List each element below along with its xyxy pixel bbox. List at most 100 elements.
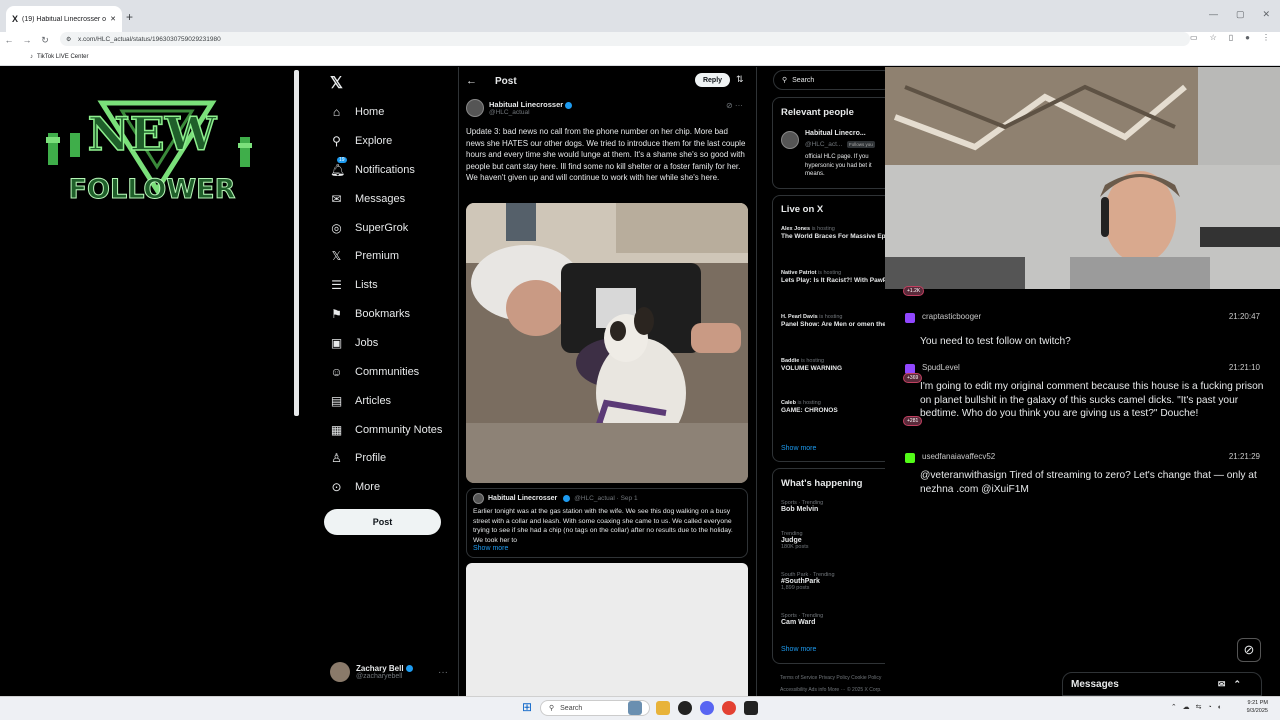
maximize-icon[interactable]: ▢ [1236, 9, 1245, 20]
sidebar-item-profile[interactable]: ♙ Profile [330, 448, 386, 468]
obs-icon[interactable] [678, 701, 692, 715]
filter-icon[interactable]: ⇅ [736, 74, 744, 85]
sidebar-item-label: Communities [355, 366, 420, 378]
sidebar-item-label: Jobs [355, 337, 379, 349]
platform-badge-icon [905, 313, 915, 323]
tiktok-icon: ♪ [30, 53, 33, 60]
sidebar-item-explore[interactable]: ⚲ Explore [330, 131, 392, 151]
clock-date: 9/3/2025 [1246, 708, 1268, 714]
trends-show-more-link[interactable]: Show more [781, 646, 816, 653]
live-space-item[interactable]: Native Patriot is hosting Lets Play: Is I… [781, 270, 891, 285]
sidebar-item-label: Premium [355, 250, 400, 262]
sidebar-item-more[interactable]: ⊙ More [330, 477, 380, 497]
relevant-avatar[interactable] [781, 131, 799, 149]
sidebar-item-communities[interactable]: ☺ Communities [330, 362, 419, 382]
verified-badge-icon [405, 665, 413, 673]
x-icon: 𝕏 [331, 249, 342, 263]
taskbar-clock[interactable]: 9:21 PM 9/3/2025 [1247, 699, 1268, 715]
live-title-text: The World Braces For Massive Epstein Fal… [781, 233, 891, 240]
address-bar[interactable]: ⚙ x.com/HLC_actual/status/19630307590292… [60, 32, 1190, 46]
windows-start-icon[interactable]: ⊞ [522, 700, 532, 714]
sidebar-item-supergrok[interactable]: ◎ SuperGrok [330, 218, 408, 238]
sidebar-item-home[interactable]: ⌂ Home [330, 102, 384, 122]
messages-drawer[interactable]: Messages ✉⌃ [1062, 672, 1262, 696]
tab-close-icon[interactable]: ✕ [110, 15, 116, 23]
app-icon[interactable] [744, 701, 758, 715]
sidebar-item-messages[interactable]: ✉ Messages [330, 189, 405, 209]
bell-icon: 🔔︎ [330, 163, 346, 177]
browser-tab[interactable]: X (19) Habitual Linecrosser on X: ✕ [6, 6, 122, 32]
search-input[interactable]: ⚲ Search [773, 70, 893, 90]
new-tab-button[interactable]: + [126, 10, 133, 24]
sidebar-item-community-notes[interactable]: ▦ Community Notes [330, 420, 443, 440]
grok-actions-icon[interactable]: ⊘ ··· [726, 101, 743, 110]
sidebar-item-label: SuperGrok [355, 222, 409, 234]
live-title-text: Panel Show: Are Men or omen the Buyers i… [781, 321, 891, 328]
sidebar-item-notifications[interactable]: 🔔︎ 19 Notifications [330, 157, 415, 180]
author-handle[interactable]: @HLC_actual [489, 109, 572, 116]
minimize-icon[interactable]: — [1209, 9, 1218, 20]
cast-icon[interactable]: ▭ [1190, 33, 1198, 42]
reply-button[interactable]: Reply [695, 73, 730, 87]
quote-show-more-link[interactable]: Show more [473, 545, 741, 552]
file-explorer-icon[interactable] [656, 701, 670, 715]
page-title: Post [495, 75, 517, 87]
sidebar-item-premium[interactable]: 𝕏 Premium [330, 246, 399, 266]
live-space-item[interactable]: Caleb is hosting GAME: CHRONOS [781, 400, 891, 415]
quote-media[interactable] [466, 563, 748, 696]
live-title: Live on X [781, 204, 824, 215]
menu-icon[interactable]: ⋮ [1262, 33, 1270, 42]
sidepanel-icon[interactable]: ▯ [1229, 33, 1233, 42]
post-author[interactable]: Habitual Linecrosser @HLC_actual [466, 99, 573, 117]
live-on-x-card: Live on X Alex Jones is hosting The World… [772, 195, 892, 462]
bookmarks-bar: ♪ TikTok LIVE Center [0, 48, 1280, 66]
post-photo[interactable] [466, 203, 748, 483]
chat-username: usedfanaiavaffecv52 [922, 452, 996, 461]
back-arrow-icon[interactable]: ← [466, 75, 477, 87]
sidebar-item-jobs[interactable]: ▣ Jobs [330, 333, 378, 353]
back-icon[interactable]: ← [0, 35, 18, 45]
live-space-item[interactable]: Baddie is hosting VOLUME WARNING [781, 358, 891, 373]
account-switcher[interactable]: Zachary Bell @zacharyebell [330, 662, 413, 682]
article-icon: ▤ [330, 394, 343, 408]
address-url: x.com/HLC_actual/status/1963030759029231… [78, 35, 221, 43]
account-more-icon[interactable]: ··· [438, 667, 448, 678]
system-tray-icons[interactable]: ⌃☁⇆◔◐ [1171, 703, 1228, 711]
sidebar-item-articles[interactable]: ▤ Articles [330, 391, 391, 411]
bookmark-star-icon[interactable]: ☆ [1210, 33, 1217, 42]
chat-mode-icon[interactable]: ⊘ [1237, 638, 1261, 662]
platform-badge-icon [905, 453, 915, 463]
account-name: Zachary Bell [356, 664, 413, 673]
author-name[interactable]: Habitual Linecrosser [489, 100, 563, 109]
clock-time: 9:21 PM [1247, 700, 1268, 706]
messages-actions-icon[interactable]: ✉⌃ [1218, 679, 1249, 690]
forward-icon[interactable]: → [18, 35, 36, 45]
sidebar-item-label: Articles [355, 395, 392, 407]
site-info-icon[interactable]: ⚙ [66, 36, 71, 43]
post-text: Update 3: bad news no call from the phon… [466, 127, 746, 182]
live-space-item[interactable]: H. Pearl Davis is hosting Panel Show: Are… [781, 314, 891, 329]
close-window-icon[interactable]: ✕ [1262, 9, 1270, 20]
author-avatar[interactable] [466, 99, 484, 117]
sidebar-item-lists[interactable]: ☰ Lists [330, 275, 378, 295]
live-show-more-link[interactable]: Show more [781, 445, 816, 452]
relevant-name[interactable]: Habitual Linecro... [805, 130, 866, 137]
quoted-post[interactable]: Habitual Linecrosser @HLC_actual · Sep 1… [466, 488, 748, 558]
city-widget-icon[interactable] [628, 701, 642, 715]
discord-icon[interactable] [700, 701, 714, 715]
envelope-icon: ✉ [331, 192, 342, 206]
x-logo-icon[interactable]: 𝕏 [330, 73, 343, 93]
profile-avatar-icon[interactable]: ● [1245, 33, 1250, 42]
chat-username: SpudLevel [922, 363, 960, 372]
chat-text: I'm going to edit my original comment be… [920, 381, 1264, 419]
logo-text-new: NEW [88, 107, 218, 161]
post-button[interactable]: Post [324, 509, 441, 535]
bookmark-tiktok-live[interactable]: TikTok LIVE Center [37, 54, 88, 60]
overlay-scrollbar[interactable] [294, 70, 299, 416]
search-icon: ⚲ [782, 77, 788, 84]
reload-icon[interactable]: ↻ [36, 35, 54, 46]
sidebar-item-bookmarks[interactable]: ⚑ Bookmarks [330, 304, 410, 324]
sidebar-item-label: Messages [355, 193, 406, 205]
chrome-icon[interactable] [722, 701, 736, 715]
live-space-item[interactable]: Alex Jones is hosting The World Braces Fo… [781, 226, 891, 241]
